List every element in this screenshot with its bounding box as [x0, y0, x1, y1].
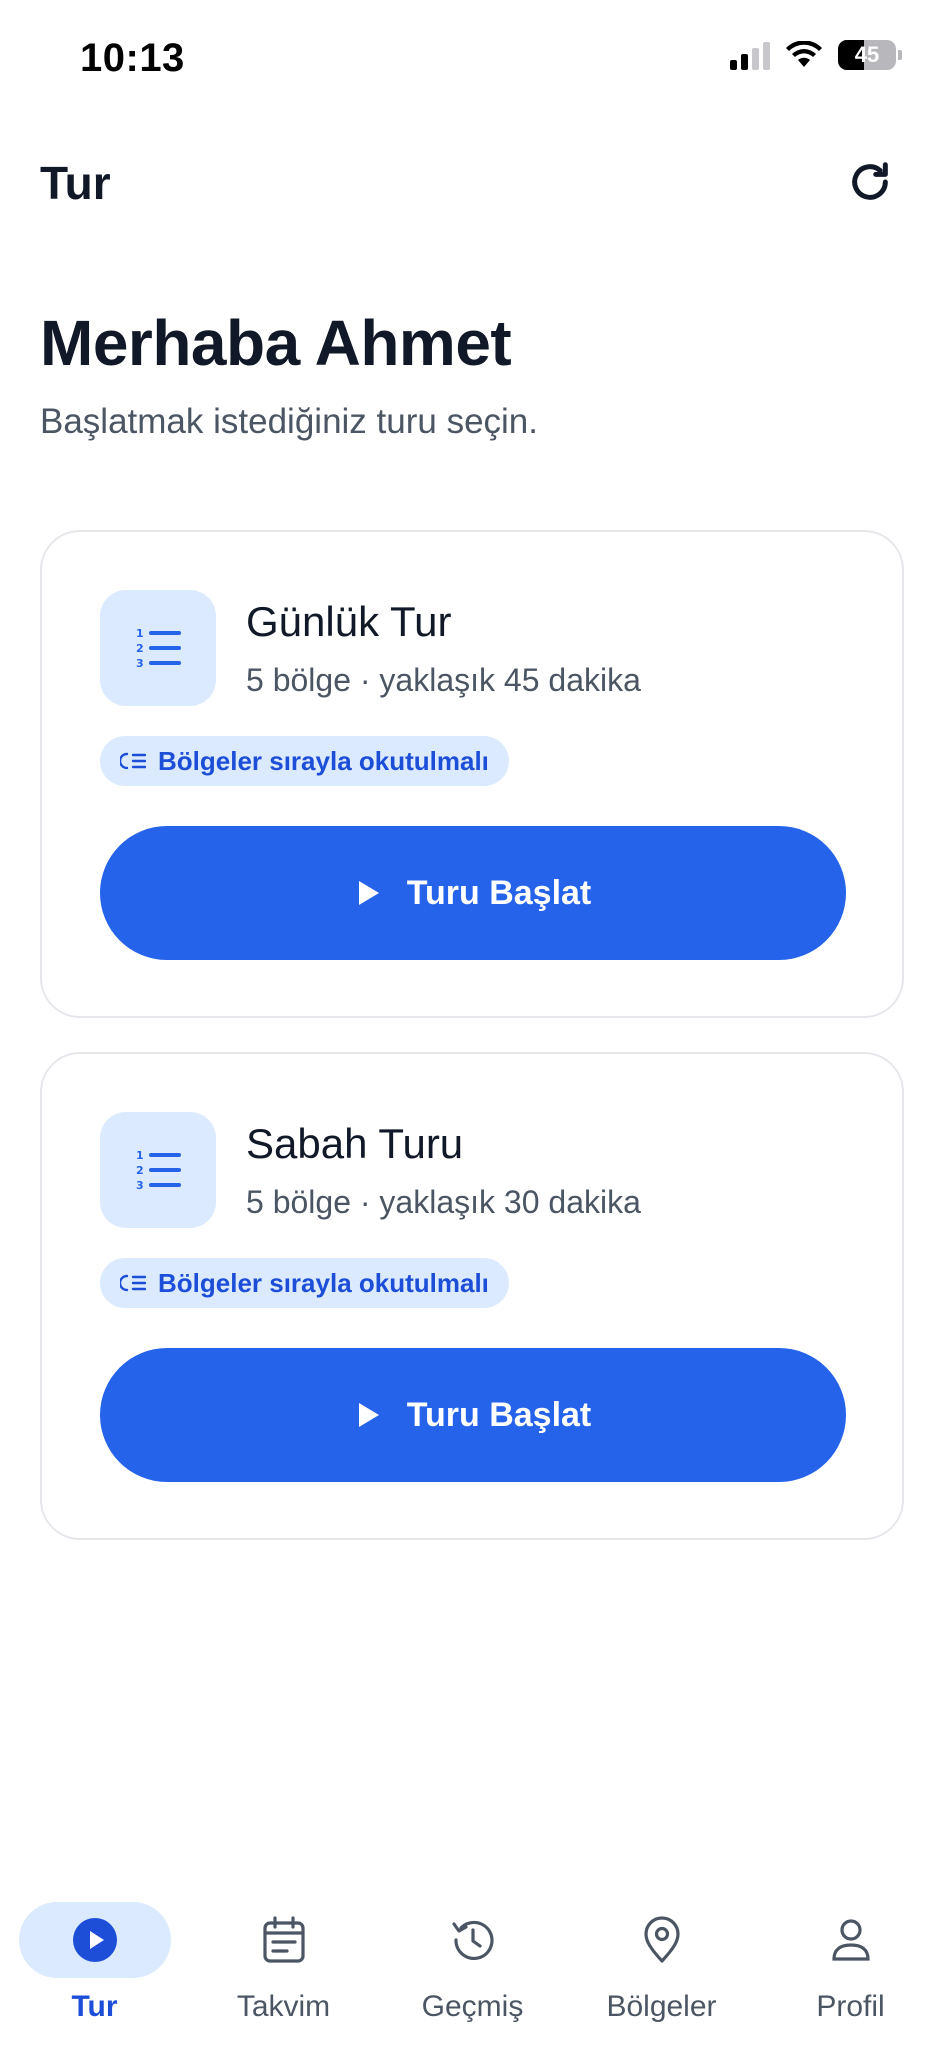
tour-card: 1 2 3 Günlük Tur 5 bölge · yaklaşık 45 d… — [40, 530, 904, 1018]
battery-icon: 45 — [838, 40, 896, 70]
play-icon — [358, 1403, 379, 1427]
start-tour-button-label: Turu Başlat — [406, 1395, 592, 1434]
svg-text:1: 1 — [136, 1149, 144, 1162]
page-title: Tur — [40, 157, 111, 209]
greeting-subtitle: Başlatmak istediğiniz turu seçin. — [40, 402, 538, 441]
nav-label: Geçmiş — [421, 1990, 524, 2023]
tour-icon-box: 1 2 3 — [100, 1112, 216, 1228]
cellular-signal-icon — [730, 40, 770, 70]
tour-icon-box: 1 2 3 — [100, 590, 216, 706]
nav-label: Takvim — [236, 1990, 331, 2023]
nav-label: Bölgeler — [606, 1990, 717, 2023]
nav-label: Tur — [71, 1990, 118, 2023]
battery-tip — [898, 50, 902, 60]
svg-text:1: 1 — [136, 627, 144, 640]
tour-meta: 5 bölge · yaklaşık 30 dakika — [246, 1184, 641, 1220]
nav-label: Profil — [816, 1990, 885, 2023]
calendar-icon — [262, 1916, 305, 1963]
tour-meta: 5 bölge · yaklaşık 45 dakika — [246, 662, 641, 698]
status-bar: 10:13 45 — [0, 0, 946, 120]
start-tour-button-label: Turu Başlat — [406, 873, 592, 912]
numbered-list-icon: 1 2 3 — [136, 1149, 181, 1191]
svg-text:2: 2 — [136, 642, 144, 655]
nav-icon-wrap — [208, 1902, 360, 1978]
battery-level: 45 — [854, 42, 880, 67]
nav-icon-wrap — [397, 1902, 549, 1978]
refresh-button[interactable] — [842, 154, 898, 210]
ordered-check-icon — [120, 1274, 146, 1292]
history-icon — [451, 1920, 494, 1961]
nav-icon-wrap — [586, 1902, 738, 1978]
bottom-nav: Tur Takvim Geçmiş Bölgeler Profil — [0, 1880, 946, 2048]
order-badge: Bölgeler sırayla okutulmalı — [100, 736, 509, 786]
app-header: Tur — [0, 140, 946, 230]
start-tour-button[interactable]: Turu Başlat — [100, 1348, 846, 1482]
ordered-check-icon — [120, 752, 146, 770]
nav-active-indicator — [18, 1902, 171, 1978]
status-indicators: 45 — [730, 40, 902, 70]
nav-item-bolgeler[interactable]: Bölgeler — [567, 1880, 756, 2048]
tour-card: 1 2 3 Sabah Turu 5 bölge · yaklaşık 30 d… — [40, 1052, 904, 1540]
nav-item-gecmis[interactable]: Geçmiş — [378, 1880, 567, 2048]
nav-icon-wrap — [775, 1902, 927, 1978]
svg-text:3: 3 — [136, 657, 144, 669]
svg-text:2: 2 — [136, 1164, 144, 1177]
map-pin-icon — [643, 1916, 680, 1963]
svg-text:3: 3 — [136, 1179, 144, 1191]
start-tour-button[interactable]: Turu Başlat — [100, 826, 846, 960]
play-icon — [358, 881, 379, 905]
nav-item-takvim[interactable]: Takvim — [189, 1880, 378, 2048]
order-badge-label: Bölgeler sırayla okutulmalı — [158, 745, 489, 776]
play-circle-icon — [72, 1918, 117, 1962]
tour-name: Sabah Turu — [246, 1120, 464, 1167]
numbered-list-icon: 1 2 3 — [136, 627, 181, 669]
wifi-icon — [786, 41, 822, 67]
user-icon — [831, 1919, 870, 1961]
greeting-title: Merhaba Ahmet — [40, 307, 512, 379]
refresh-icon — [852, 162, 888, 200]
nav-item-tur[interactable]: Tur — [0, 1880, 189, 2048]
tour-name: Günlük Tur — [246, 598, 452, 645]
order-badge: Bölgeler sırayla okutulmalı — [100, 1258, 509, 1308]
nav-item-profil[interactable]: Profil — [756, 1880, 945, 2048]
order-badge-label: Bölgeler sırayla okutulmalı — [158, 1267, 489, 1298]
status-time: 10:13 — [80, 36, 185, 80]
